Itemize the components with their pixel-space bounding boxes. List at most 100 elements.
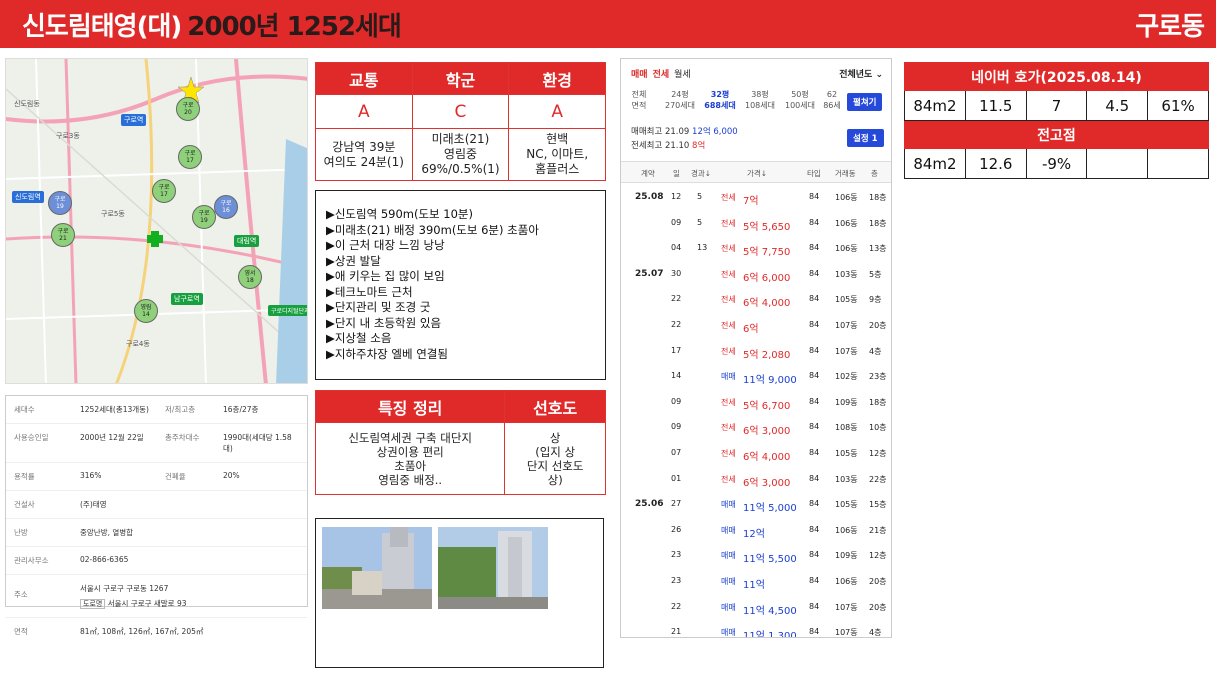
grade-header: 학군 xyxy=(411,62,510,95)
cell-type: 전세 xyxy=(721,295,736,305)
map-cluster-marker[interactable]: 구로 19 xyxy=(192,205,216,229)
transaction-row[interactable]: 25.07 30 전세 6억 6,000 84 103동 5층 xyxy=(621,262,891,288)
cell-elapsed: 5 xyxy=(697,192,703,201)
cell-floor: 4층 xyxy=(869,346,882,356)
cell-type: 매매 xyxy=(721,525,736,535)
transaction-row[interactable]: 09 전세 6억 3,000 84 108동 10층 xyxy=(621,415,891,441)
expand-button[interactable]: 펼쳐기 xyxy=(847,93,883,111)
info-value: 중앙난방, 열병합 xyxy=(80,528,134,537)
max-sale-label: 매매최고 xyxy=(631,127,663,137)
info-key: 세대수 xyxy=(14,405,35,414)
info-row: 면적 81㎡, 108㎡, 126㎡, 167㎡, 205㎡ xyxy=(6,618,307,645)
transaction-row[interactable]: 22 전세 6억 4,000 84 105동 9층 xyxy=(621,287,891,313)
area-option[interactable]: 62 86세 xyxy=(821,89,843,111)
transaction-row[interactable]: 14 매매 11억 9,000 84 102동 23층 xyxy=(621,364,891,390)
cell-elapsed: 5 xyxy=(697,217,703,227)
area-option[interactable]: 24평 270세대 xyxy=(661,89,699,111)
area-option-active[interactable]: 32평 688세대 xyxy=(701,89,739,111)
map-cluster-marker[interactable]: 구로 17 xyxy=(178,145,202,169)
apartment-photo[interactable] xyxy=(438,527,548,609)
info-key: 관리사무소 xyxy=(14,556,49,565)
col-header[interactable]: 타입 xyxy=(807,168,821,179)
cell-floor: 12층 xyxy=(869,551,887,561)
col-header[interactable]: 거래동 xyxy=(835,168,856,179)
cell-dong: 105동 xyxy=(835,295,858,305)
col-header[interactable]: 층 xyxy=(871,168,878,179)
map-cluster-marker[interactable]: 구로 17 xyxy=(152,179,176,203)
road-address: 서울시 구로구 새말로 93 xyxy=(107,599,187,608)
apartment-photo[interactable] xyxy=(322,527,432,609)
transaction-row[interactable]: 22 매매 11억 4,500 84 107동 20층 xyxy=(621,595,891,621)
map-cluster-marker[interactable]: 구로 20 xyxy=(176,97,200,121)
area-option[interactable]: 38평 108세대 xyxy=(741,89,779,111)
tab-sale[interactable]: 매매 xyxy=(631,70,648,80)
area-units: 270세대 xyxy=(665,101,695,110)
map-cluster-marker[interactable]: 구로 19 xyxy=(48,191,72,215)
map-cluster-marker[interactable]: 영림 14 xyxy=(134,299,158,323)
tab-jeonse[interactable]: 전세 xyxy=(653,70,670,80)
header-bar: 신도림태영(대) 2000년 1252세대 구로동 xyxy=(0,0,1216,48)
location-map[interactable]: 신도림역 구로역 구로3동 대림역 남구로역 구로디지털단지역 구로5동 구로4… xyxy=(5,58,308,384)
year-select[interactable]: 전체년도 ⌄ xyxy=(839,67,883,80)
cell-dong: 106동 xyxy=(835,244,858,254)
tab-monthly[interactable]: 월세 xyxy=(674,70,691,80)
area-option[interactable]: 50평 100세대 xyxy=(781,89,819,111)
cell-day: 26 xyxy=(671,524,682,534)
map-cluster-marker[interactable]: 구로 21 xyxy=(51,223,75,247)
transaction-row[interactable]: 23 매매 11억 84 106동 20층 xyxy=(621,569,891,595)
transaction-row[interactable]: 25.08 12 5 전세 7억 84 106동 18층 xyxy=(621,185,891,211)
cell-dong: 106동 xyxy=(835,577,858,586)
col-header[interactable]: 일 xyxy=(673,168,680,179)
cell-price: 11억 5,000 xyxy=(743,503,797,515)
feature-item: ▶지하주차장 엘베 연결됨 xyxy=(326,346,448,361)
cell-dong: 109동 xyxy=(835,397,858,407)
settings-button[interactable]: 설정 1 xyxy=(847,129,884,147)
transaction-row[interactable]: 01 전세 6억 3,000 84 103동 22층 xyxy=(621,467,891,493)
transaction-row[interactable]: 21 매매 11억 1,300 84 107동 4층 xyxy=(621,620,891,638)
info-value: 2000년 12월 22일 xyxy=(80,433,144,442)
region-label: 구로동 xyxy=(1135,12,1205,42)
info-value: 316% xyxy=(80,471,102,480)
area-units: 688세대 xyxy=(704,101,736,110)
max-sale-line: 매매최고 21.09 12억 6,000 xyxy=(631,125,738,137)
info-key: 사용승인일 xyxy=(14,433,49,442)
cell-price: 12억 xyxy=(743,528,765,540)
transaction-row[interactable]: 25.06 27 매매 11억 5,000 84 105동 15층 xyxy=(621,492,891,518)
transaction-row[interactable]: 17 전세 5억 2,080 84 107동 4층 xyxy=(621,339,891,365)
cell-month: 25.06 xyxy=(635,499,664,510)
map-cluster-marker[interactable]: 구로 16 xyxy=(214,195,238,219)
cell-floor: 20층 xyxy=(869,321,887,330)
cell-dong: 106동 xyxy=(835,525,858,535)
cell-type: 매매 xyxy=(721,628,736,638)
cell-day: 09 xyxy=(671,396,682,406)
transaction-row[interactable]: 09 5 전세 5억 5,650 84 106동 18층 xyxy=(621,211,891,237)
cell-price: 6억 xyxy=(743,324,759,335)
col-header[interactable]: 경과↓ xyxy=(691,168,711,179)
map-cluster-marker[interactable]: 영서 18 xyxy=(238,265,262,289)
col-header[interactable]: 계약 xyxy=(641,168,655,179)
transaction-row[interactable]: 22 전세 6억 84 107동 20층 xyxy=(621,313,891,339)
transaction-row[interactable]: 26 매매 12억 84 106동 21층 xyxy=(621,518,891,544)
info-key: 건폐율 xyxy=(165,472,186,481)
naver-title: 네이버 호가(2025.08.14) xyxy=(904,62,1209,91)
max-jeonse-date: 21.10 xyxy=(664,141,690,151)
map-station-badge: 남구로역 xyxy=(171,293,203,305)
cell-area: 84 xyxy=(809,473,820,483)
feature-item: ▶신도림역 590m(도보 10분) xyxy=(326,207,473,221)
transaction-row[interactable]: 09 전세 5억 6,700 84 109동 18층 xyxy=(621,390,891,416)
cell-floor: 20층 xyxy=(869,602,887,612)
cell-floor: 15층 xyxy=(869,500,887,510)
info-value: 1252세대(총13개동) xyxy=(80,405,149,414)
cell-floor: 5층 xyxy=(869,269,882,279)
cell-area: 84 xyxy=(809,627,820,637)
transaction-row[interactable]: 23 매매 11억 5,500 84 109동 12층 xyxy=(621,543,891,569)
cell-type: 전세 xyxy=(721,269,736,279)
grade-detail: 현백 NC, 이마트, 홈플러스 xyxy=(508,128,606,181)
map-label: 구로4동 xyxy=(126,340,150,348)
cell-day: 30 xyxy=(671,268,682,278)
col-header[interactable]: 가격↓ xyxy=(747,168,767,179)
transaction-row[interactable]: 07 전세 6억 4,000 84 105동 12층 xyxy=(621,441,891,467)
cell-dong: 107동 xyxy=(835,346,858,356)
cell-dong: 106동 xyxy=(835,218,858,228)
transaction-row[interactable]: 04 13 전세 5억 7,750 84 106동 13층 xyxy=(621,236,891,262)
